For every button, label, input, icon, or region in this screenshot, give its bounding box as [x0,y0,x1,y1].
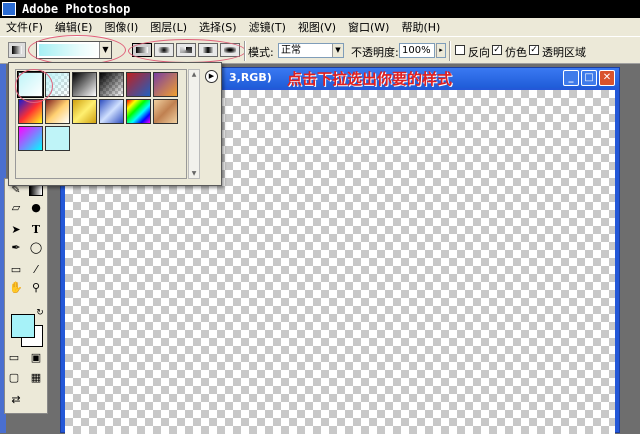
menu-view[interactable]: 视图(V) [292,19,342,35]
opacity-arrow[interactable]: ▸ [436,43,446,58]
transparency-checkbox[interactable]: ✓ [529,45,539,55]
jump-to-imageready-icon[interactable]: ⇄ [7,391,25,408]
gradient-preset-swatch[interactable] [45,99,70,124]
separator [244,41,246,61]
gradient-preset-swatch[interactable] [126,99,151,124]
separator [449,41,451,61]
options-bar: ▼ 模式: 正常 ▼ 不透明度: 100% ▸ 反向 ✓ 仿色 ✓ 透明区域 [0,35,640,65]
opacity-value: 100% [402,45,431,56]
radial-gradient-icon[interactable] [154,43,174,57]
gradient-preset-grid [15,69,187,179]
gradient-preset-swatch[interactable] [99,72,124,97]
gradient-preset-swatch[interactable] [17,71,44,98]
gradient-preset-swatch[interactable] [18,99,43,124]
chevron-down-icon[interactable]: ▼ [99,42,111,58]
menu-file[interactable]: 文件(F) [0,19,49,35]
gradient-preset-swatch[interactable] [126,72,151,97]
transparency-label: 透明区域 [542,46,586,59]
menu-bar: 文件(F) 编辑(E) 图像(I) 图层(L) 选择(S) 滤镜(T) 视图(V… [0,18,640,36]
menu-window[interactable]: 窗口(W) [342,19,395,35]
gradient-preset-popup: ▲ ▼ ▶ [8,62,222,186]
gradient-preset-swatch[interactable] [45,126,70,151]
opacity-input[interactable]: 100% [399,43,435,58]
toolbox: ✎ ▱ ● ➤ T ✒ ◯ ▭ ⁄ ✋ ⚲ ↻ ▭ ▣ ▢ ▦ ⇄ [4,178,48,414]
menu-layer[interactable]: 图层(L) [144,19,193,35]
menu-edit[interactable]: 编辑(E) [49,19,99,35]
diamond-gradient-icon[interactable] [220,43,240,57]
gradient-preset-swatch[interactable] [153,99,178,124]
screen-mode-icon[interactable]: ▢ [5,369,23,386]
gradient-preset-swatch[interactable] [72,72,97,97]
gradient-preset-swatch[interactable] [153,72,178,97]
gradient-preset-swatch[interactable] [72,99,97,124]
blur-icon[interactable]: ● [27,199,45,216]
maximize-icon[interactable]: □ [581,70,597,86]
linear-gradient-icon[interactable] [132,43,152,57]
pen-icon[interactable]: ✒ [7,239,25,256]
eraser-icon[interactable]: ▱ [7,199,25,216]
gradient-tool-icon[interactable] [8,42,26,58]
dither-checkbox[interactable]: ✓ [492,45,502,55]
mode-value: 正常 [281,45,301,56]
notes-icon[interactable]: ▭ [7,261,25,278]
reverse-checkbox[interactable] [455,45,465,55]
menu-image[interactable]: 图像(I) [98,19,144,35]
hand-icon[interactable]: ✋ [7,279,25,296]
text-icon[interactable]: T [27,221,45,238]
triangle-right-icon[interactable]: ▸ [436,44,445,57]
gradient-preset-swatch[interactable] [18,126,43,151]
fullscreen-mode-icon[interactable]: ▦ [27,369,45,386]
quick-mask-icon[interactable]: ▣ [27,349,45,366]
reflected-gradient-icon[interactable] [198,43,218,57]
angle-gradient-icon[interactable] [176,43,196,57]
reverse-label: 反向 [468,46,490,59]
close-icon[interactable]: ✕ [599,70,615,86]
path-select-icon[interactable]: ➤ [7,221,25,238]
menu-filter[interactable]: 滤镜(T) [243,19,292,35]
instruction-annotation: 点击下拉选出你要的样式 [287,70,453,88]
scroll-down-icon[interactable]: ▼ [190,170,198,177]
chevron-down-icon[interactable]: ▼ [332,44,343,57]
mode-select[interactable]: 正常 ▼ [278,43,344,58]
gradient-preview[interactable] [39,44,99,56]
popup-scrollbar[interactable]: ▲ ▼ [188,69,200,179]
eyedropper-icon[interactable]: ⁄ [27,261,45,278]
app-title-bar: Adobe Photoshop [0,0,640,18]
opacity-label: 不透明度: [351,46,399,59]
mode-label: 模式: [248,46,274,59]
dither-label: 仿色 [505,46,527,59]
photoshop-icon [2,2,16,16]
swap-colors-icon[interactable]: ↻ [31,305,49,322]
standard-mode-icon[interactable]: ▭ [5,349,23,366]
gradient-preset-swatch[interactable] [45,72,70,97]
scroll-up-icon[interactable]: ▲ [190,71,198,78]
ellipse-icon[interactable]: ◯ [27,239,45,256]
minimize-icon[interactable]: _ [563,70,579,86]
zoom-icon[interactable]: ⚲ [27,279,45,296]
document-title: 3,RGB) [229,71,272,84]
app-title: Adobe Photoshop [22,2,131,16]
menu-select[interactable]: 选择(S) [193,19,243,35]
triangle-right-icon[interactable]: ▶ [205,70,218,83]
gradient-picker-dropdown[interactable]: ▼ [36,41,112,59]
gradient-preset-swatch[interactable] [99,99,124,124]
menu-help[interactable]: 帮助(H) [395,19,446,35]
